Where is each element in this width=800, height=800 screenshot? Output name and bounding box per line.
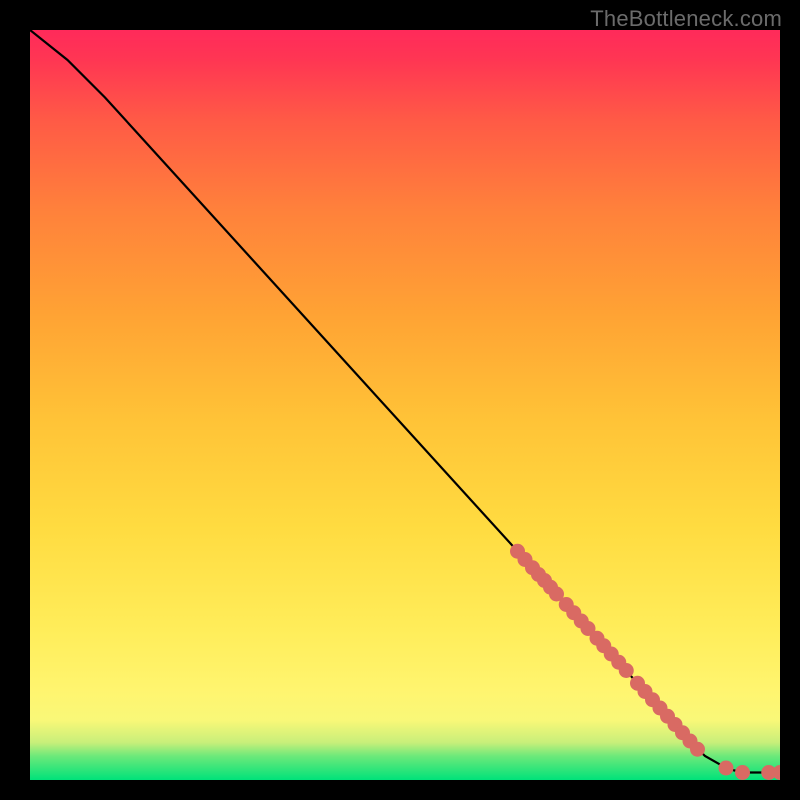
marker-points — [510, 544, 780, 780]
marker-point — [719, 761, 734, 776]
marker-point — [690, 742, 705, 757]
marker-point — [619, 663, 634, 678]
chart-stage: TheBottleneck.com — [0, 0, 800, 800]
main-curve — [30, 30, 780, 773]
marker-point — [735, 765, 750, 780]
watermark-text: TheBottleneck.com — [590, 6, 782, 32]
plot-area — [30, 30, 780, 780]
chart-overlay — [30, 30, 780, 780]
